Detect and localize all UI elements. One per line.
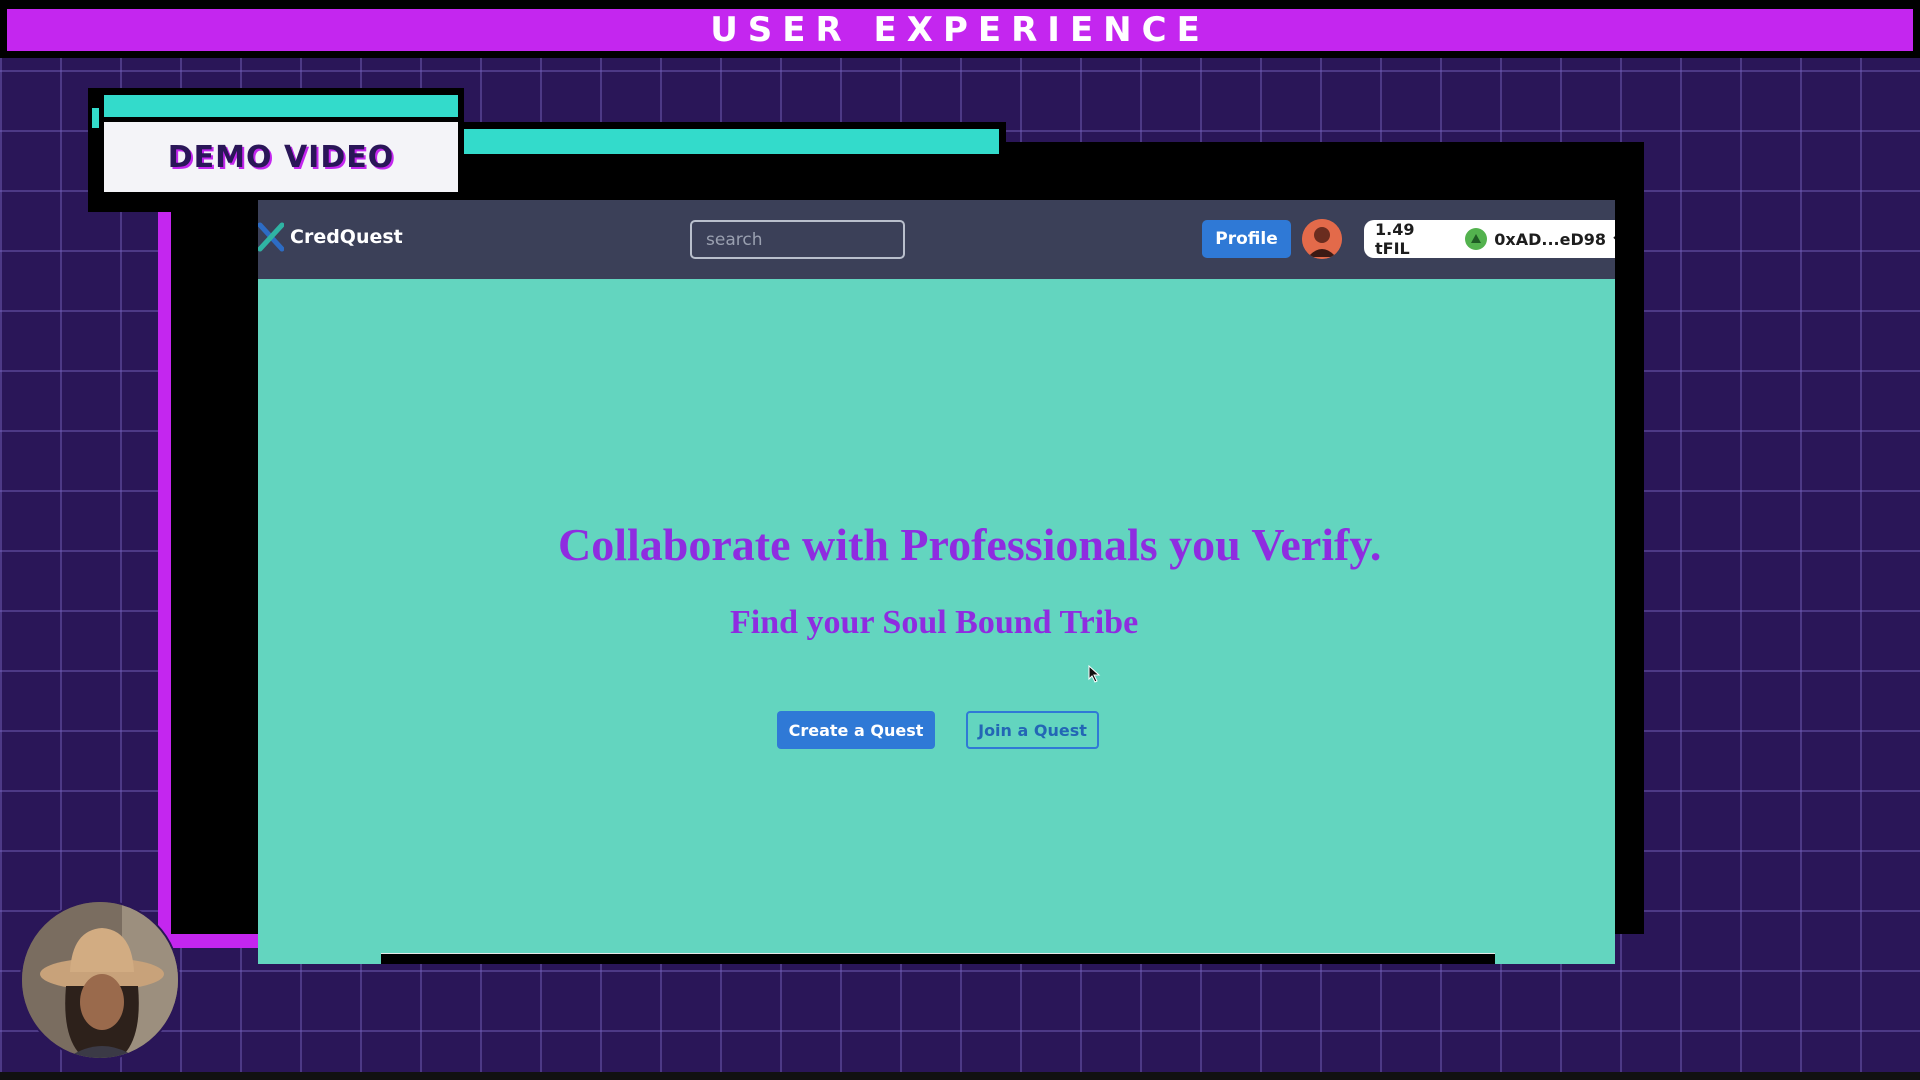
demo-label-box: DEMO VIDEO (104, 122, 458, 192)
create-quest-button[interactable]: Create a Quest (777, 711, 935, 749)
mouse-cursor-icon (1088, 665, 1101, 683)
wallet-address: 0xAD...eD98 (1494, 229, 1606, 249)
wallet-account-icon (1465, 228, 1488, 250)
overlay-banner-title: USER EXPERIENCE (710, 10, 1210, 50)
chevron-down-icon (1613, 236, 1615, 240)
app-navbar: CredQuest Profile 1.49 tFIL 0xAD...eD98 (258, 200, 1615, 279)
presenter-webcam (20, 900, 180, 1060)
user-avatar-icon (1302, 219, 1342, 259)
decorative-bar-teal (463, 129, 999, 154)
webcam-presenter-icon (22, 902, 178, 1058)
brand-name: CredQuest (290, 226, 403, 248)
profile-button[interactable]: Profile (1202, 220, 1291, 258)
search-input[interactable] (690, 220, 905, 259)
overlay-banner-strip: USER EXPERIENCE (7, 9, 1913, 51)
hero-subtitle: Find your Soul Bound Tribe (730, 604, 1139, 641)
demo-label-text: DEMO VIDEO (167, 139, 395, 175)
wallet-account: 0xAD...eD98 (1465, 224, 1615, 254)
join-quest-button[interactable]: Join a Quest (966, 711, 1099, 749)
brand-logo[interactable]: CredQuest (258, 222, 403, 252)
wallet-balance: 1.49 tFIL (1375, 220, 1415, 258)
hero-title: Collaborate with Professionals you Verif… (558, 519, 1382, 570)
x-logo-icon (258, 222, 284, 252)
avatar[interactable] (1302, 219, 1342, 259)
app-window: CredQuest Profile 1.49 tFIL 0xAD...eD98 (258, 200, 1615, 964)
decorative-bar-magenta-vertical (158, 206, 171, 948)
demo-label-teal-accent (92, 108, 99, 128)
decorative-bar-magenta-bottom (158, 934, 258, 948)
overlay-banner: USER EXPERIENCE (0, 0, 1920, 58)
app-bottom-panel (381, 954, 1495, 964)
bottom-border (0, 1072, 1920, 1080)
wallet-button[interactable]: 1.49 tFIL 0xAD...eD98 (1364, 220, 1615, 258)
demo-label-teal-bar (104, 95, 458, 117)
